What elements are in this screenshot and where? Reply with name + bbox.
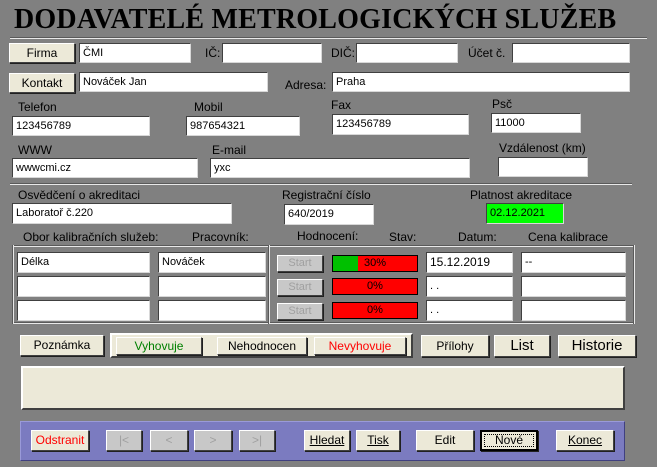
prilohy-button[interactable]: Přílohy	[421, 335, 489, 357]
form-title: DODAVATELÉ METROLOGICKÝCH SLUŽEB	[14, 4, 617, 35]
telefon-label: Telefon	[18, 100, 57, 114]
vyhovuje-button[interactable]: Vyhovuje	[116, 337, 202, 355]
www-label: WWW	[18, 143, 52, 157]
odstranit-button[interactable]: Odstranit	[31, 430, 89, 451]
first-record-button[interactable]: |<	[106, 430, 142, 451]
cena-field[interactable]: --	[521, 252, 626, 273]
pracovnik-label: Pracovník:	[192, 230, 249, 244]
poznamka-text	[23, 368, 623, 376]
start-button[interactable]: Start	[277, 279, 323, 296]
title-divider	[10, 37, 647, 39]
grid-top-divider	[12, 245, 635, 247]
prev-record-button[interactable]: <	[150, 430, 188, 451]
ucet-label: Účet č.	[468, 46, 506, 60]
osvedceni-field[interactable]: Laboratoř č.220	[12, 203, 232, 224]
fax-label: Fax	[331, 98, 352, 112]
ic-field[interactable]	[222, 43, 322, 63]
registracni-field[interactable]: 640/2019	[284, 204, 374, 225]
pracovnik-field[interactable]: Nováček	[158, 252, 266, 273]
cena-field[interactable]	[521, 276, 626, 297]
stav-progress-text: 0%	[367, 304, 383, 316]
telefon-field[interactable]: 123456789	[12, 116, 150, 136]
cena-field[interactable]	[521, 300, 626, 321]
fax-field[interactable]: 123456789	[332, 114, 469, 135]
start-button[interactable]: Start	[277, 255, 323, 272]
datum-field[interactable]: 15.12.2019	[426, 252, 513, 273]
dic-field[interactable]	[356, 43, 458, 63]
grid-bottom-divider	[12, 322, 635, 324]
ucet-field[interactable]	[512, 43, 630, 63]
email-label: E-mail	[212, 143, 247, 157]
datum-field[interactable]: . .	[426, 300, 513, 321]
cena-label: Cena kalibrace	[528, 230, 609, 244]
nevyhovuje-button[interactable]: Nevyhovuje	[314, 337, 406, 355]
hodnoceni-label: Hodnocení:	[297, 229, 359, 243]
stav-progress-text: 0%	[367, 280, 383, 292]
ic-label: IČ:	[205, 46, 221, 60]
vzdalenost-label: Vzdálenost (km)	[499, 141, 586, 155]
stav-label: Stav:	[389, 230, 417, 244]
datum-label: Datum:	[458, 230, 497, 244]
kontakt-button[interactable]: Kontakt	[9, 73, 75, 93]
adresa-field[interactable]: Praha	[332, 72, 630, 92]
stav-progress-bar: 30%	[332, 255, 418, 272]
www-field[interactable]: wwwcmi.cz	[12, 158, 198, 178]
dic-label: DIČ:	[331, 46, 355, 60]
kontakt-field[interactable]: Nováček Jan	[79, 72, 268, 92]
historie-button[interactable]: Historie	[558, 335, 636, 357]
mobil-field[interactable]: 987654321	[186, 116, 300, 136]
stav-progress-bar: 0%	[332, 302, 418, 319]
list-button[interactable]: List	[494, 335, 550, 357]
pracovnik-field[interactable]	[158, 276, 266, 297]
section-divider	[10, 183, 632, 185]
vzdalenost-field[interactable]	[498, 157, 588, 177]
window: { "title": "DODAVATELÉ METROLOGICKÝCH SL…	[0, 0, 657, 467]
platnost-field[interactable]: 02.12.2021	[486, 203, 564, 224]
adresa-label: Adresa:	[285, 78, 327, 92]
firma-field[interactable]: ČMI	[79, 43, 191, 63]
stav-progress-bar: 0%	[332, 278, 418, 295]
nove-button[interactable]: Nové	[480, 430, 538, 451]
tisk-button[interactable]: Tisk	[356, 430, 400, 451]
last-record-button[interactable]: >|	[239, 430, 275, 451]
psc-field[interactable]: 11000	[491, 113, 581, 133]
firma-button[interactable]: Firma	[9, 43, 75, 63]
platnost-label: Platnost akreditace	[470, 188, 573, 202]
pracovnik-field[interactable]	[158, 300, 266, 321]
psc-label: Psč	[492, 97, 513, 111]
konec-button[interactable]: Konec	[556, 430, 614, 451]
mobil-label: Mobil	[194, 100, 223, 114]
start-button[interactable]: Start	[277, 303, 323, 320]
datum-field[interactable]: . .	[426, 276, 513, 297]
registracni-label: Registrační číslo	[282, 188, 371, 202]
obor-label: Obor kalibračních služeb:	[23, 230, 159, 244]
stav-progress-text: 30%	[363, 257, 387, 269]
edit-button[interactable]: Edit	[416, 430, 474, 451]
next-record-button[interactable]: >	[194, 430, 232, 451]
obor-field[interactable]: Délka	[17, 252, 150, 273]
poznamka-button[interactable]: Poznámka	[20, 335, 104, 356]
obor-field[interactable]	[17, 276, 150, 297]
poznamka-area[interactable]	[21, 366, 625, 410]
obor-field[interactable]	[17, 300, 150, 321]
email-field[interactable]: yxc	[210, 158, 470, 178]
hledat-button[interactable]: Hledat	[304, 430, 350, 451]
nehodnocen-button[interactable]: Nehodnocen	[217, 337, 307, 355]
grid-mid-divider	[268, 245, 270, 324]
grid-left-divider	[12, 245, 14, 324]
grid-right-divider	[633, 245, 635, 324]
osvedceni-label: Osvědčení o akreditaci	[18, 188, 141, 202]
